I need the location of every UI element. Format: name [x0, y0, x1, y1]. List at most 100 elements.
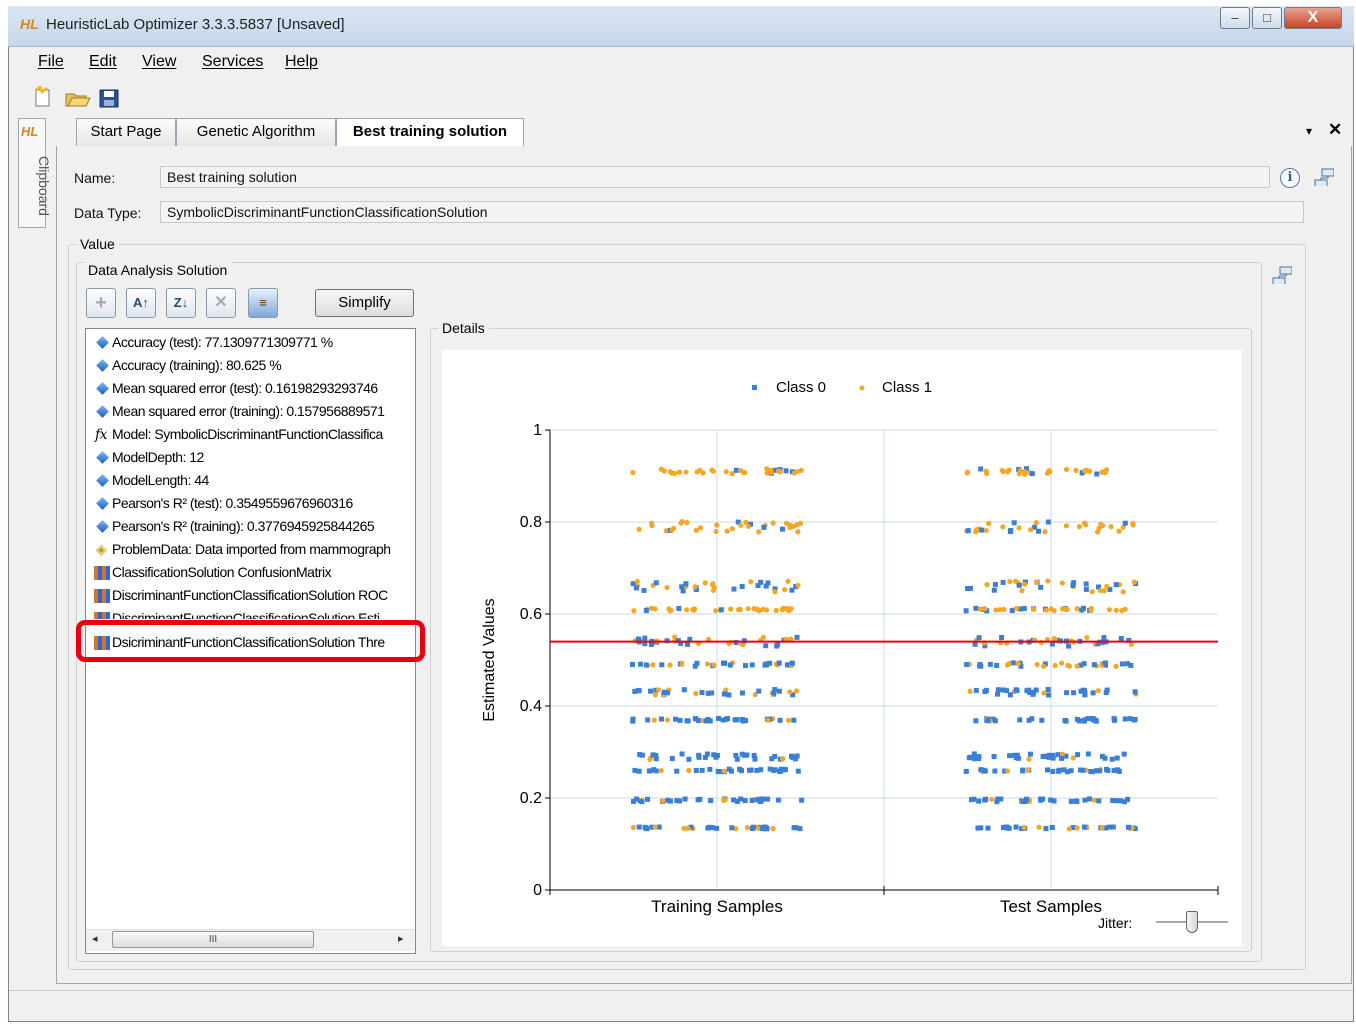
data-point-class0	[1080, 767, 1086, 773]
data-point-class1	[1081, 520, 1088, 526]
menu-file[interactable]: File	[38, 53, 64, 71]
list-item[interactable]: Pearson's R² (test): 0.3549559676960316	[94, 492, 353, 514]
tab-genetic-algorithm[interactable]: Genetic Algorithm	[176, 118, 336, 146]
menu-view[interactable]: View	[142, 53, 176, 71]
data-point-class0	[636, 688, 642, 694]
list-item[interactable]: ◈ ProblemData: Data imported from mammogr…	[94, 538, 391, 560]
data-point-class0	[659, 662, 665, 668]
data-point-class0	[645, 796, 651, 802]
data-point-class0	[999, 635, 1005, 641]
data-point-class0	[749, 797, 755, 803]
data-point-class0	[772, 753, 778, 759]
list-item[interactable]: fx Model: SymbolicDiscriminantFunctionCla…	[94, 423, 383, 445]
data-point-class1	[756, 529, 762, 535]
list-item-label: Accuracy (test): 77.1309771309771 %	[112, 334, 333, 350]
name-field[interactable]: Best training solution	[160, 166, 1270, 188]
tab-list-dropdown-icon[interactable]: ▾	[1306, 124, 1312, 138]
simplify-button[interactable]: Simplify	[315, 289, 414, 317]
data-point-class1	[713, 528, 719, 535]
data-point-class1	[1096, 525, 1102, 531]
y-tick-label: 0.6	[520, 606, 542, 623]
data-point-class0	[1094, 471, 1100, 477]
data-point-class1	[1082, 468, 1088, 474]
threshold-scatter-chart[interactable]: 0 0.2 0.4 0.6 0.8 1 Training Samples Test Sampl…	[442, 350, 1242, 946]
remove-item-button[interactable]: ✕	[206, 288, 236, 318]
data-point-class0	[1096, 798, 1102, 804]
menu-help[interactable]: Help	[285, 53, 318, 71]
list-item[interactable]: ModelDepth: 12	[94, 446, 204, 468]
chart-icon	[94, 561, 110, 583]
sort-descending-button[interactable]: Z↓	[166, 288, 196, 318]
data-point-class1	[1016, 525, 1022, 531]
data-point-class0	[966, 755, 972, 761]
legend-marker-class1	[859, 385, 865, 391]
list-item[interactable]: ClassificationSolution ConfusionMatrix	[94, 561, 332, 583]
data-analysis-solution-label: Data Analysis Solution	[84, 262, 232, 278]
maximize-button[interactable]: □	[1252, 7, 1282, 29]
data-point-class1	[785, 578, 791, 584]
list-item[interactable]: Accuracy (training): 80.625 %	[94, 354, 282, 376]
info-icon[interactable]: i	[1280, 168, 1300, 188]
list-item[interactable]: Accuracy (test): 77.1309771309771 %	[94, 331, 333, 353]
data-point-class0	[1094, 768, 1100, 774]
clipboard-label[interactable]: Clipboard	[36, 156, 52, 216]
list-item[interactable]: DiscriminantFunctionClassificationSoluti…	[94, 584, 388, 606]
data-point-class0	[744, 752, 750, 758]
data-point-class0	[991, 587, 997, 593]
data-point-class0	[767, 766, 773, 772]
data-point-class0	[991, 753, 997, 759]
data-point-class0	[629, 662, 635, 668]
close-tab-icon[interactable]: ✕	[1328, 120, 1342, 140]
menu-services[interactable]: Services	[202, 53, 263, 71]
data-point-class0	[699, 767, 705, 773]
data-point-class0	[1045, 687, 1051, 693]
list-item[interactable]: Pearson's R² (training): 0.3776945925844…	[94, 515, 375, 537]
list-item-label: ClassificationSolution ConfusionMatrix	[112, 564, 332, 580]
data-point-class1	[784, 605, 790, 612]
data-point-class0	[1125, 824, 1131, 830]
close-window-button[interactable]: X	[1284, 7, 1342, 29]
data-point-class1	[1045, 578, 1051, 584]
properties-button[interactable]: ≡	[248, 288, 278, 318]
list-item[interactable]: DiscriminantFunctionClassificationSoluti…	[94, 607, 380, 619]
data-point-class0	[973, 605, 979, 611]
data-point-class0	[653, 580, 659, 586]
data-point-class0	[1116, 768, 1122, 774]
list-item-label: ProblemData: Data imported from mammogra…	[112, 541, 391, 557]
data-point-class0	[1039, 717, 1045, 723]
scrollbar-thumb[interactable]: III	[112, 931, 314, 948]
data-point-class0	[1038, 797, 1044, 803]
data-point-class0	[731, 586, 737, 592]
data-point-class1	[630, 469, 636, 476]
sort-ascending-button[interactable]: A↑	[126, 288, 156, 318]
list-item[interactable]: Mean squared error (test): 0.16198293293…	[94, 377, 378, 399]
list-item[interactable]: ModelLength: 44	[94, 469, 209, 491]
scroll-left-icon[interactable]: ◂	[92, 932, 98, 945]
data-point-class0	[645, 717, 651, 723]
open-folder-icon[interactable]	[65, 93, 91, 107]
name-label: Name:	[74, 170, 116, 186]
data-point-class0	[757, 796, 763, 802]
scroll-right-icon[interactable]: ▸	[398, 932, 404, 945]
jitter-slider-thumb[interactable]	[1186, 911, 1198, 933]
tab-best-training-solution[interactable]: Best training solution	[336, 118, 524, 147]
network-view-icon[interactable]	[1314, 168, 1334, 186]
data-point-class0	[1049, 752, 1055, 758]
data-point-class1	[655, 687, 662, 693]
data-point-class1	[667, 662, 673, 668]
network-view-icon-2[interactable]	[1272, 266, 1292, 284]
menu-edit[interactable]: Edit	[89, 53, 117, 71]
new-document-icon[interactable]	[35, 86, 50, 107]
list-item[interactable]: Mean squared error (training): 0.1579568…	[94, 400, 385, 422]
data-point-class1	[1073, 467, 1079, 473]
data-point-class1	[764, 466, 770, 472]
save-icon[interactable]	[99, 89, 119, 108]
data-point-class0	[639, 799, 645, 805]
minimize-button[interactable]: –	[1220, 7, 1250, 29]
tab-start-page[interactable]: Start Page	[76, 118, 176, 146]
data-point-class0	[1043, 753, 1049, 759]
add-item-button[interactable]: +	[86, 288, 116, 318]
data-point-class1	[1113, 607, 1119, 613]
data-point-class0	[632, 767, 638, 773]
data-point-class0	[642, 824, 648, 830]
